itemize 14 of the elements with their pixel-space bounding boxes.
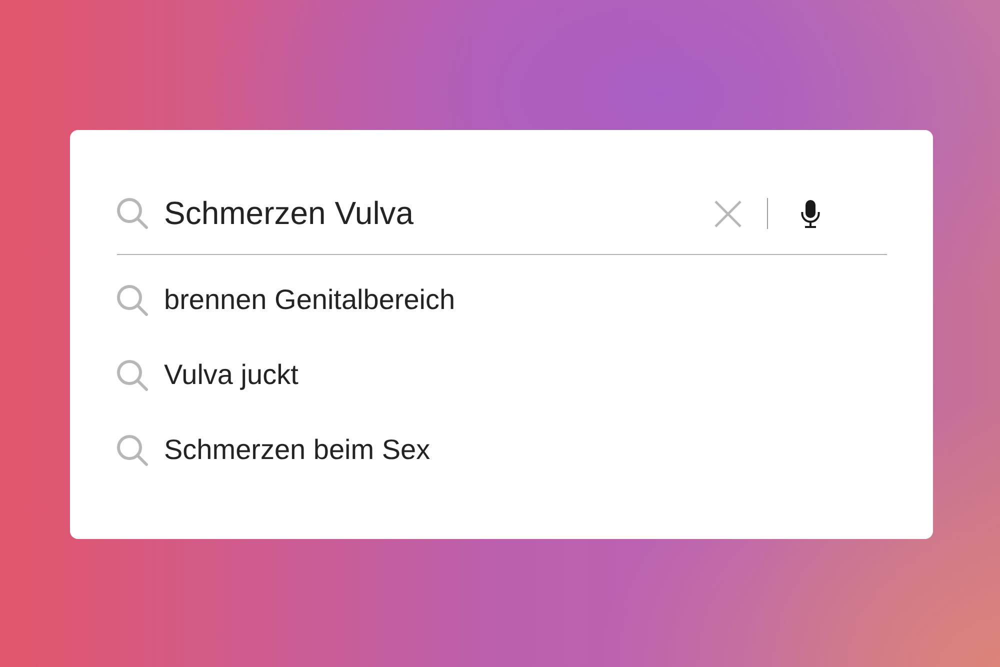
close-icon (714, 200, 742, 228)
search-input[interactable]: Schmerzen Vulva (164, 192, 702, 234)
search-icon (117, 284, 148, 316)
suggestion-item[interactable]: brennen Genitalbereich (117, 262, 887, 338)
microphone-button[interactable] (801, 200, 820, 228)
suggestion-item[interactable]: Schmerzen beim Sex (117, 412, 887, 488)
suggestion-text: brennen Genitalbereich (164, 284, 456, 316)
suggestion-item[interactable]: Vulva juckt (117, 338, 887, 412)
search-icon (117, 198, 148, 229)
suggestion-text: Vulva juckt (164, 359, 298, 391)
search-icon (117, 434, 148, 466)
search-icon (117, 360, 148, 390)
microphone-icon (801, 200, 820, 228)
suggestion-text: Schmerzen beim Sex (164, 434, 430, 466)
